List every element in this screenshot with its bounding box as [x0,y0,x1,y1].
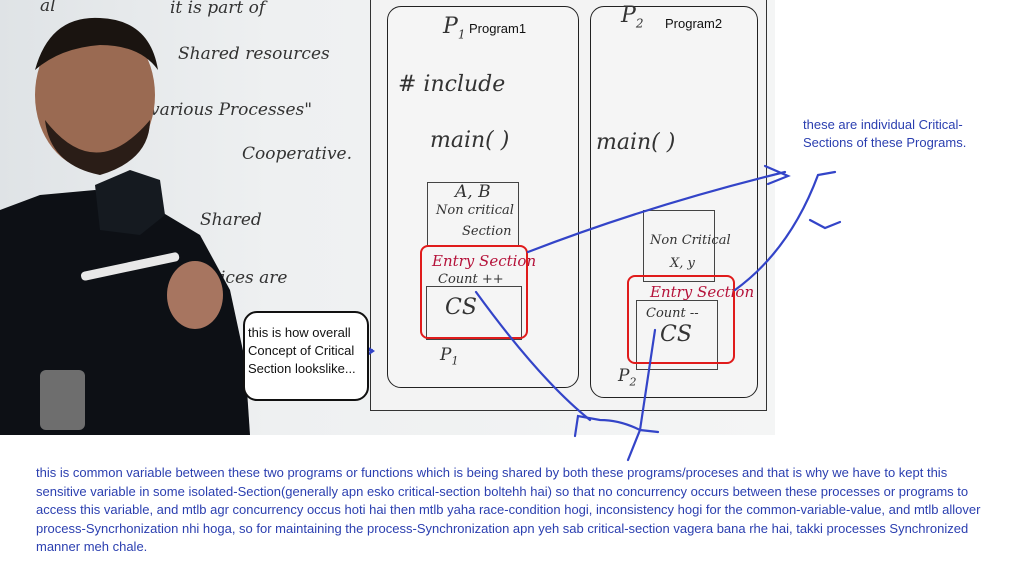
right-annotation: these are individual Critical-Sections o… [803,117,967,150]
callout-text: this is how overall Concept of Critical … [248,325,356,376]
bottom-annotation: this is common variable between these tw… [36,465,981,554]
arrow-to-p2-entry [733,170,837,292]
arrow-p1-down [474,290,592,422]
arrow-p2-down [626,328,657,462]
arrow-head-right-2 [808,218,842,230]
arrow-to-p1-entry [526,170,787,254]
